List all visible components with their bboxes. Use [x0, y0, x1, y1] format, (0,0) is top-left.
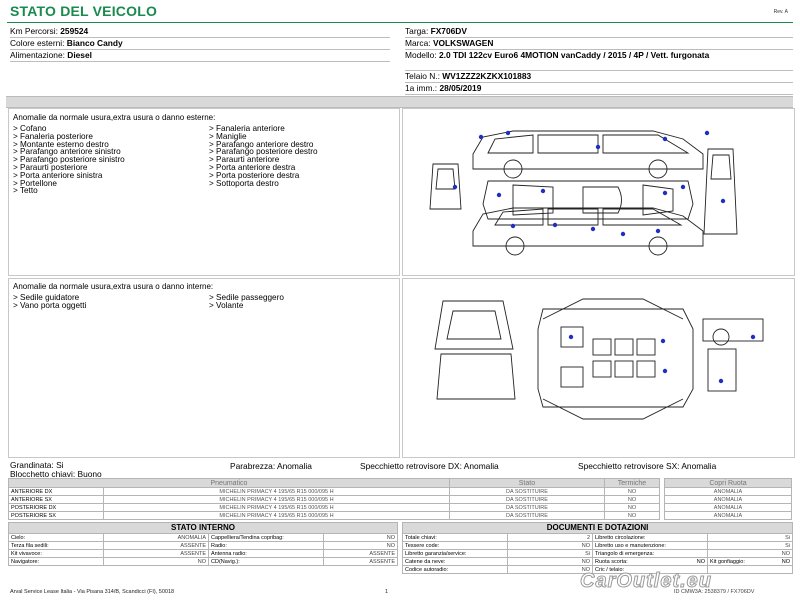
model-row: Modello: 2.0 TDI 122cv Euro6 4MOTION van… — [405, 50, 793, 71]
state-header: Stato — [448, 478, 605, 488]
table-header: Pneumatico Stato Termiche — [8, 478, 661, 488]
table-row: Catene da neve: NO Ruota scorta: NO Kit … — [402, 557, 793, 566]
interior-damage-title: Anomalie da normale usura,extra usura o … — [13, 282, 214, 291]
interior-diagram-panel — [402, 278, 795, 458]
interior-damage-panel: Anomalie da normale usura,extra usura o … — [8, 278, 400, 458]
table-row: Navigatore: NO CD(Navig.): ASSENTE — [8, 557, 398, 566]
exterior-damage-panel: Anomalie da normale usura,extra usura o … — [8, 108, 400, 276]
table-row: POSTERIORE DX MICHELIN PRIMACY 4 195/65 … — [8, 503, 661, 512]
mirror-dx-status: Specchietto retrovisore DX: Anomalia — [360, 461, 499, 471]
exterior-diagram-panel — [402, 108, 795, 276]
table-row: Tessere code: NO Libretto uso e manutenz… — [402, 541, 793, 550]
summary-left: Grandinata: Si Blocchetto chiavi: Buono — [10, 461, 102, 478]
exterior-list-col1: > Cofano > Fanaleria posteriore > Montan… — [13, 125, 125, 195]
brand-row: Marca: VOLKSWAGEN — [405, 38, 793, 50]
exterior-damage-title: Anomalie da normale usura,extra usura o … — [13, 113, 216, 122]
vehicle-interior-diagram — [434, 298, 764, 420]
keys-status: Blocchetto chiavi: Buono — [10, 468, 102, 479]
table-row: ANTERIORE SX MICHELIN PRIMACY 4 195/65 R… — [8, 495, 661, 504]
windshield-status: Parabrezza: Anomalia — [230, 461, 312, 471]
tyre-header: Pneumatico — [8, 478, 450, 488]
revision-label: Rev. A — [773, 9, 788, 15]
header-rule — [7, 22, 793, 23]
tyres-table: Pneumatico Stato Termiche ANTERIORE DX M… — [8, 478, 661, 520]
table-row: Libretto garanzia/service: Si Triangolo … — [402, 549, 793, 558]
table-row: Cielo: ANOMALIA Cappelliera/Tendina copr… — [8, 533, 398, 542]
section-band — [6, 96, 793, 108]
documents-table: Totale chiavi: 2 Libretto circolazione: … — [402, 533, 793, 574]
fuel-row: Alimentazione: Diesel — [10, 50, 390, 62]
km-row: Km Percorsi: 259524 — [10, 26, 390, 38]
footer-company: Arval Service Lease Italia - Via Pisana … — [10, 589, 175, 595]
table-row: ANTERIORE DX MICHELIN PRIMACY 4 195/65 R… — [8, 487, 661, 496]
table-row: POSTERIORE SX MICHELIN PRIMACY 4 195/65 … — [8, 511, 661, 520]
list-item: > Vano porta oggetti — [13, 300, 87, 310]
watermark-logo: CarOutlet.eu — [579, 570, 713, 593]
page-number: 1 — [385, 589, 389, 595]
registration-row: 1a imm.: 28/05/2019 — [405, 83, 793, 95]
table-row: ANOMALIA — [664, 487, 792, 496]
color-row: Colore esterni: Bianco Candy — [10, 38, 390, 50]
list-item: > Volante — [209, 300, 244, 310]
table-row: ANOMALIA — [664, 511, 792, 520]
mirror-sx-status: Specchietto retrovisore SX: Anomalia — [578, 461, 717, 471]
winter-header: Termiche — [603, 478, 661, 488]
interior-list-col1: > Sedile guidatore > Vano porta oggetti — [13, 294, 86, 310]
table-row: ANOMALIA — [664, 495, 792, 504]
list-item: > Sottoporta destro — [209, 178, 279, 188]
plate-row: Targa: FX706DV — [405, 26, 793, 38]
interior-list-col2: > Sedile passeggero > Volante — [209, 294, 284, 310]
vehicle-exterior-diagram — [429, 130, 738, 256]
table-header: Copri Ruota — [664, 478, 792, 488]
hubcaps-table: Copri Ruota ANOMALIA ANOMALIA ANOMALIA A… — [664, 478, 792, 520]
vin-row: Telaio N.: WV1ZZZ2KZKX101883 — [405, 71, 793, 83]
list-item: > Tetto — [13, 186, 38, 196]
table-row: ANOMALIA — [664, 503, 792, 512]
page-title: STATO DEL VEICOLO — [10, 3, 158, 19]
table-row: Kit vivavoce: ASSENTE Antenna radio: ASS… — [8, 549, 398, 558]
table-row: Totale chiavi: 2 Libretto circolazione: … — [402, 533, 793, 542]
table-row: Terza fila sedili: ASSENTE Radio: NO — [8, 541, 398, 550]
internal-state-table: Cielo: ANOMALIA Cappelliera/Tendina copr… — [8, 533, 398, 566]
exterior-list-col2: > Fanaleria anteriore > Maniglie > Paraf… — [209, 125, 318, 188]
